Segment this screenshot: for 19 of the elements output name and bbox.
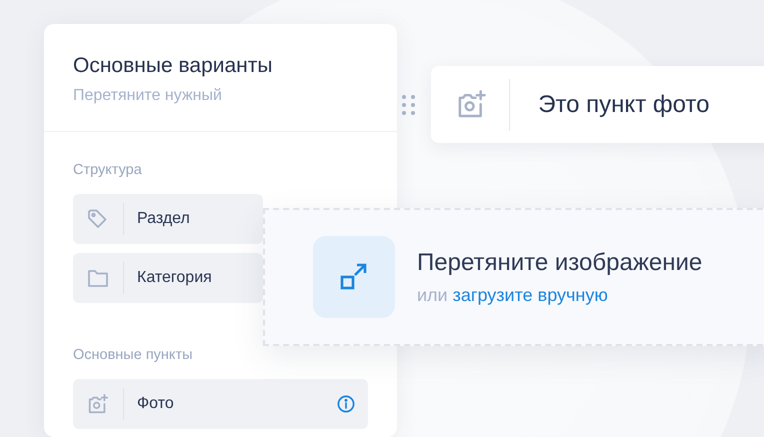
panel-title: Основные варианты — [73, 54, 274, 78]
palette-item[interactable]: Фото — [73, 379, 368, 429]
section-heading: Структура — [73, 162, 143, 178]
dropzone-hint: или загрузите вручную — [417, 284, 609, 306]
dragged-item-card[interactable]: Это пункт фото — [431, 66, 764, 143]
tag-icon — [87, 208, 109, 230]
drag-handle-icon[interactable] — [402, 94, 415, 114]
camera-plus-icon — [456, 90, 488, 119]
folder-icon — [87, 268, 109, 288]
expand-icon — [339, 262, 369, 292]
dropzone-title: Перетяните изображение — [417, 248, 702, 276]
palette-item[interactable]: Категория — [73, 253, 263, 303]
info-icon[interactable] — [337, 395, 355, 413]
camera-plus-icon — [87, 393, 109, 415]
upload-link[interactable]: загрузите вручную — [452, 284, 608, 304]
palette-item[interactable]: Раздел — [73, 194, 263, 244]
section-heading: Основные пункты — [73, 347, 194, 363]
panel-subtitle: Перетяните нужный — [73, 87, 223, 105]
upload-tile[interactable] — [313, 236, 395, 318]
